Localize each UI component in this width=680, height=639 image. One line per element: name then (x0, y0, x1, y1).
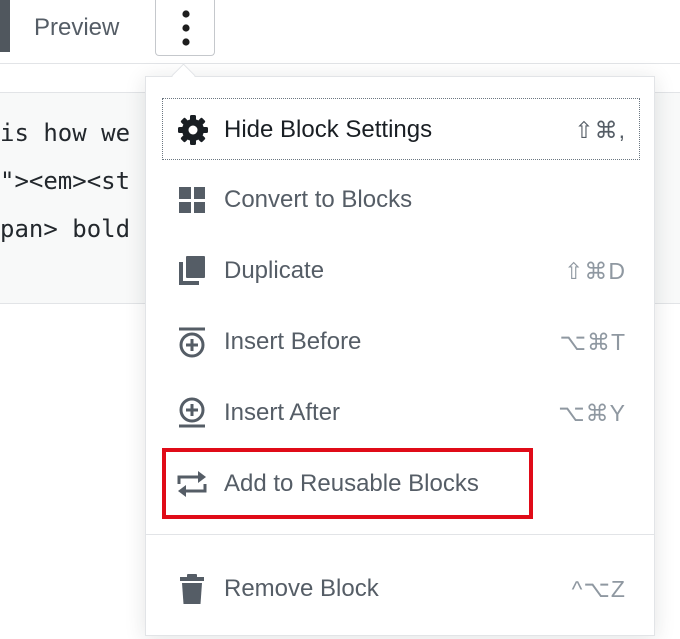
preview-button[interactable]: Preview (34, 10, 119, 46)
menu-item-label: Duplicate (224, 257, 325, 284)
menu-item-label: Hide Block Settings (224, 116, 433, 143)
vertical-ellipsis-icon (182, 10, 190, 46)
menu-item-convert-to-blocks[interactable]: Convert to Blocks (162, 169, 640, 231)
insert-after-icon (179, 397, 205, 428)
menu-item-shortcut: ⇧⌘D (564, 258, 626, 284)
menu-item-hide-block-settings[interactable]: Hide Block Settings ⇧⌘, (162, 98, 640, 160)
code-line: is how we (0, 119, 131, 147)
gear-icon (178, 115, 208, 145)
editor-toolbar: Preview (0, 0, 680, 64)
duplicate-icon (179, 256, 205, 285)
menu-item-label: Insert After (224, 399, 341, 426)
reusable-blocks-icon (177, 471, 207, 497)
block-options-menu: Hide Block Settings ⇧⌘, Convert to Block… (145, 76, 655, 636)
menu-item-remove-block[interactable]: Remove Block ^⌥Z (162, 558, 640, 620)
code-line: pan> bold (0, 215, 131, 243)
menu-item-label: Add to Reusable Blocks (224, 470, 479, 497)
menu-item-shortcut: ⇧⌘, (574, 117, 626, 143)
more-options-button[interactable] (155, 0, 215, 56)
menu-item-label: Remove Block (224, 575, 379, 602)
menu-item-insert-after[interactable]: Insert After ⌥⌘Y (162, 382, 640, 444)
grid-icon (179, 187, 205, 213)
menu-item-label: Convert to Blocks (224, 186, 413, 213)
toolbar-accent (0, 0, 10, 52)
menu-item-insert-before[interactable]: Insert Before ⌥⌘T (162, 311, 640, 373)
menu-item-duplicate[interactable]: Duplicate ⇧⌘D (162, 240, 640, 302)
menu-item-shortcut: ^⌥Z (571, 576, 626, 602)
menu-item-shortcut: ⌥⌘T (559, 329, 626, 355)
menu-divider (146, 534, 654, 535)
menu-item-shortcut: ⌥⌘Y (558, 400, 626, 426)
menu-item-label: Insert Before (224, 328, 362, 355)
trash-icon (180, 574, 204, 604)
code-line: "><em><st (0, 167, 131, 195)
menu-item-add-to-reusable-blocks[interactable]: Add to Reusable Blocks (162, 453, 640, 515)
insert-before-icon (179, 327, 205, 358)
